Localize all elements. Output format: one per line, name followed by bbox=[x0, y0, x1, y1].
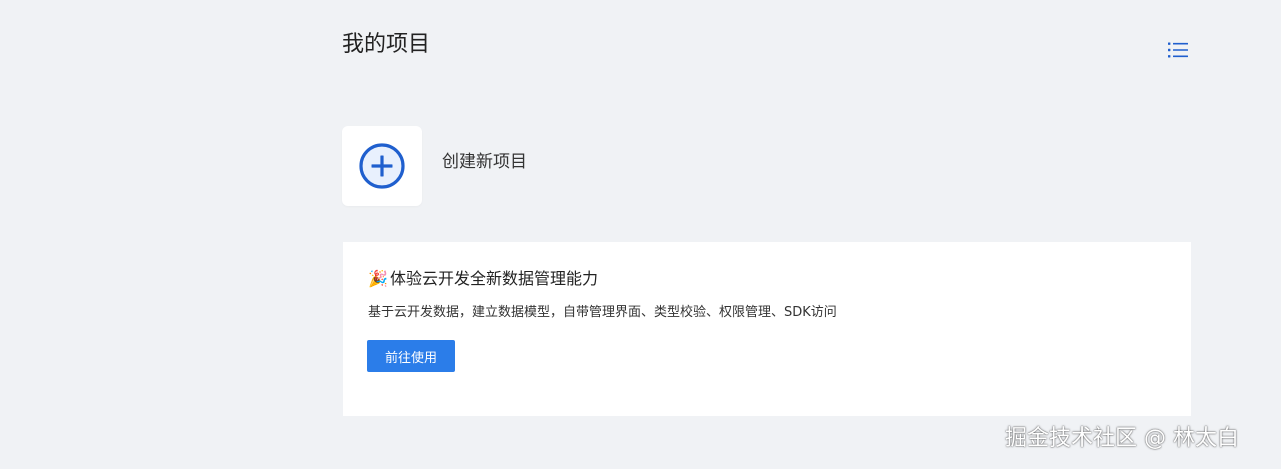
watermark: 掘金技术社区 @ 林太白 bbox=[1005, 426, 1239, 451]
create-project-button[interactable] bbox=[342, 126, 422, 206]
go-use-button[interactable]: 前往使用 bbox=[367, 340, 455, 372]
promo-description: 基于云开发数据，建立数据模型，自带管理界面、类型校验、权限管理、SDK访问 bbox=[368, 305, 837, 320]
party-popper-icon: 🎉 bbox=[368, 269, 388, 288]
promo-title-row: 🎉 体验云开发全新数据管理能力 bbox=[368, 268, 598, 290]
data-management-promo-card: 🎉 体验云开发全新数据管理能力 基于云开发数据，建立数据模型，自带管理界面、类型… bbox=[343, 242, 1191, 416]
list-view-icon bbox=[1168, 42, 1188, 58]
page-title: 我的项目 bbox=[342, 32, 431, 57]
plus-circle-icon bbox=[359, 143, 405, 189]
page: 我的项目 创建新项目 🎉 体验云开发全新数据管理能力 基于云开发数据，建立数据模… bbox=[0, 0, 1281, 469]
create-project-label[interactable]: 创建新项目 bbox=[442, 150, 527, 174]
list-view-toggle-button[interactable] bbox=[1166, 38, 1190, 62]
promo-title: 体验云开发全新数据管理能力 bbox=[390, 269, 599, 288]
